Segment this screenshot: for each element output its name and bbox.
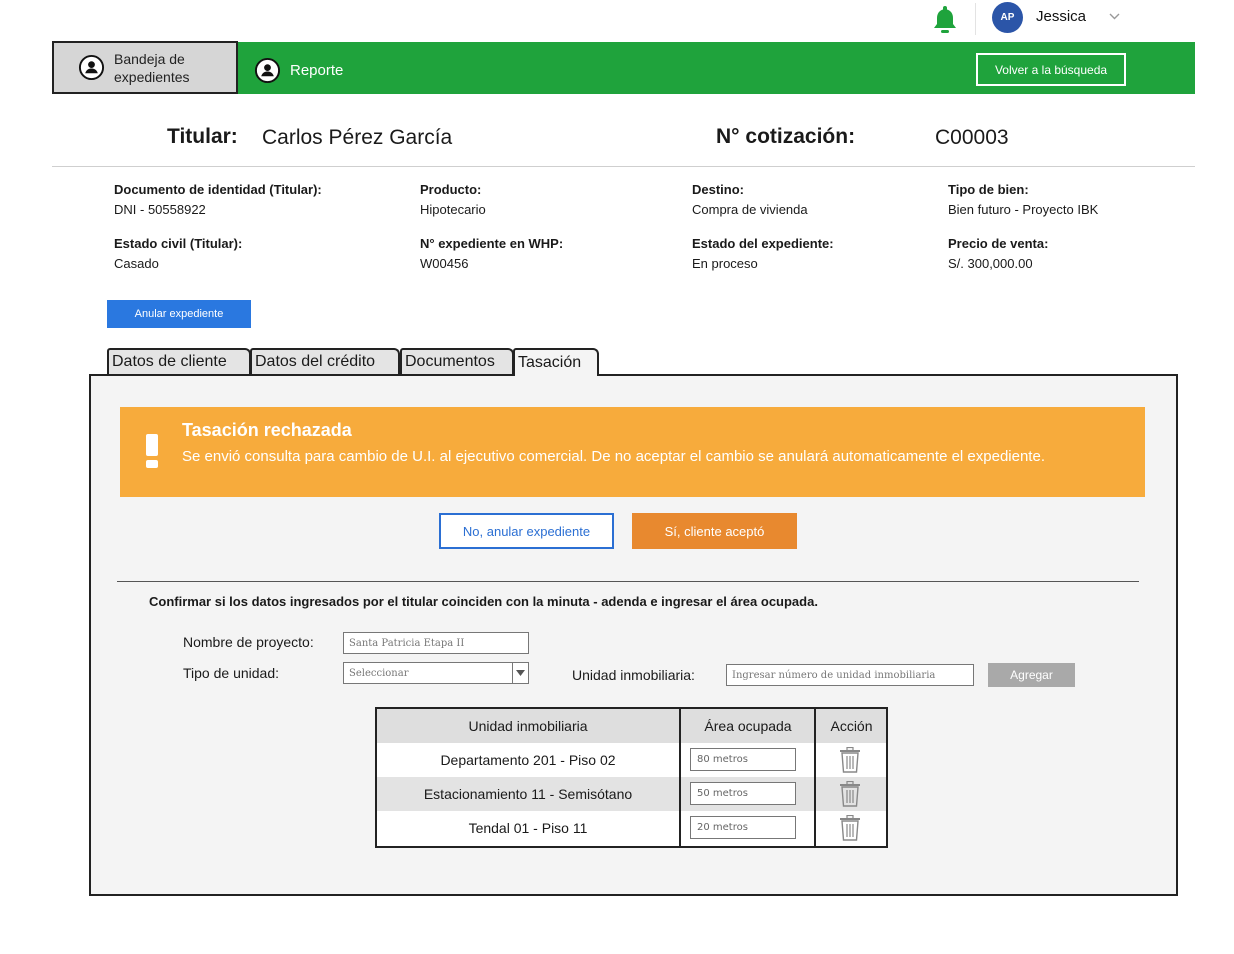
info-label: Estado civil (Titular): [114, 236, 243, 251]
nav-inbox[interactable]: Bandeja de expedientes [52, 41, 238, 94]
info-label: Precio de venta: [948, 236, 1049, 251]
info-value: Hipotecario [420, 202, 486, 217]
user-circle-icon [78, 54, 105, 81]
info-label: Documento de identidad (Titular): [114, 182, 322, 197]
cotizacion-label: N° cotización: [716, 125, 856, 148]
trash-icon[interactable] [839, 781, 861, 807]
info-value: Casado [114, 256, 159, 271]
info-label: Destino: [692, 182, 744, 197]
info-document: Documento de identidad (Titular): DNI - … [114, 180, 322, 220]
info-destination: Destino: Compra de vivienda [692, 180, 808, 220]
user-name[interactable]: Jessica [1036, 8, 1086, 25]
area-input[interactable]: 80 metros [690, 748, 796, 771]
column-divider [679, 709, 681, 846]
info-label: Producto: [420, 182, 482, 197]
nav-report[interactable]: Reporte [254, 57, 343, 84]
column-header: Área ocupada [704, 718, 792, 734]
user-separator [975, 3, 976, 35]
rejection-alert: Tasación rechazada Se envió consulta par… [120, 407, 1145, 497]
back-to-search-button[interactable]: Volver a la búsqueda [976, 53, 1126, 86]
info-value: Bien futuro - Proyecto IBK [948, 202, 1099, 217]
info-label: Estado del expediente: [692, 236, 834, 251]
info-value: W00456 [420, 256, 469, 271]
table-row: Tendal 01 - Piso 11 20 metros [377, 811, 886, 846]
add-unit-button[interactable]: Agregar [988, 663, 1075, 687]
client-accepted-button[interactable]: Sí, cliente aceptó [632, 513, 797, 549]
bell-icon[interactable] [930, 4, 960, 34]
project-name-label: Nombre de proyecto: [183, 634, 314, 650]
tab-appraisal[interactable]: Tasación [513, 348, 599, 376]
titular-label: Titular: [167, 125, 238, 148]
info-file-status: Estado del expediente: En proceso [692, 234, 834, 274]
column-header: Acción [830, 718, 873, 734]
trash-icon[interactable] [839, 747, 861, 773]
tab-label: Datos del crédito [255, 353, 376, 370]
nav-inbox-label: Bandeja de expedientes [114, 50, 190, 85]
instruction-text: Confirmar si los datos ingresados por el… [149, 594, 818, 609]
divider [117, 581, 1139, 582]
info-whp-number: N° expediente en WHP: W00456 [420, 234, 563, 274]
trash-icon[interactable] [839, 815, 861, 841]
alert-message: Se envió consulta para cambio de U.I. al… [182, 448, 1045, 465]
cotizacion-value: C00003 [935, 126, 1009, 149]
unit-type-label: Tipo de unidad: [183, 665, 279, 681]
cancel-file-button[interactable]: Anular expediente [107, 300, 251, 328]
info-civil-status: Estado civil (Titular): Casado [114, 234, 242, 274]
appraisal-panel: Tasación rechazada Se envió consulta par… [89, 374, 1178, 896]
reject-cancel-button[interactable]: No, anular expediente [439, 513, 614, 549]
chevron-down-icon[interactable] [1109, 11, 1120, 22]
units-table: Unidad inmobiliaria Área ocupada Acción … [375, 707, 888, 848]
tab-label: Tasación [518, 354, 582, 371]
tab-client-data[interactable]: Datos de cliente [107, 348, 251, 374]
info-value: En proceso [692, 256, 758, 271]
project-name-field[interactable]: Santa Patricia Etapa II [343, 632, 529, 654]
titular-value: Carlos Pérez García [262, 126, 453, 149]
area-input[interactable]: 20 metros [690, 816, 796, 839]
info-property-type: Tipo de bien: Bien futuro - Proyecto IBK [948, 180, 1098, 220]
info-label: N° expediente en WHP: [420, 236, 564, 251]
area-input[interactable]: 50 metros [690, 782, 796, 805]
column-header: Unidad inmobiliaria [468, 718, 588, 734]
unit-type-select[interactable]: Seleccionar [343, 662, 529, 684]
info-value: S/. 300,000.00 [948, 256, 1033, 271]
user-circle-icon [254, 57, 281, 84]
tab-label: Documentos [405, 353, 495, 370]
tab-credit-data[interactable]: Datos del crédito [250, 348, 400, 374]
unit-cell: Estacionamiento 11 - Semisótano [423, 786, 633, 802]
real-estate-unit-label: Unidad inmobiliaria: [572, 667, 695, 683]
info-label: Tipo de bien: [948, 182, 1029, 197]
info-sale-price: Precio de venta: S/. 300,000.00 [948, 234, 1048, 274]
alert-title: Tasación rechazada [182, 420, 352, 440]
info-product: Producto: Hipotecario [420, 180, 486, 220]
info-value: DNI - 50558922 [114, 202, 206, 217]
divider [52, 166, 1195, 167]
table-header: Unidad inmobiliaria Área ocupada Acción [377, 709, 886, 743]
avatar[interactable]: AP [992, 2, 1023, 33]
unit-type-selected: Seleccionar [349, 667, 409, 679]
real-estate-unit-input[interactable]: Ingresar número de unidad inmobiliaria [726, 664, 974, 686]
exclamation-icon [146, 434, 158, 468]
tab-documents[interactable]: Documentos [400, 348, 514, 374]
tab-label: Datos de cliente [112, 353, 227, 370]
table-row: Departamento 201 - Piso 02 80 metros [377, 743, 886, 777]
info-value: Compra de vivienda [692, 202, 808, 217]
unit-cell: Departamento 201 - Piso 02 [440, 752, 616, 768]
table-row: Estacionamiento 11 - Semisótano 50 metro… [377, 777, 886, 811]
chevron-down-icon[interactable] [512, 663, 528, 683]
nav-report-label: Reporte [290, 62, 344, 79]
column-divider [814, 709, 816, 846]
unit-cell: Tendal 01 - Piso 11 [468, 820, 588, 836]
